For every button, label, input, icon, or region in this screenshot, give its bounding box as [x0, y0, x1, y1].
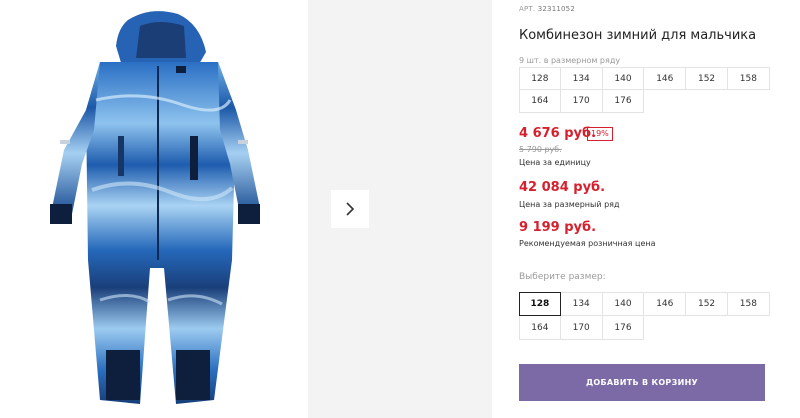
- article-code: АРТ. 32311052: [519, 5, 575, 13]
- pack-size-cell: 140: [602, 67, 645, 90]
- size-option-selected[interactable]: 128: [519, 292, 561, 316]
- snowsuit-image: [50, 11, 260, 404]
- discount-badge: 19%: [587, 127, 613, 141]
- old-price: 5 790 руб.: [519, 145, 562, 154]
- pack-size-cell: 146: [644, 67, 687, 90]
- chevron-right-icon: [346, 202, 355, 216]
- size-option[interactable]: 158: [727, 292, 770, 316]
- product-info: АРТ. 32311052 Комбинезон зимний для маль…: [519, 0, 779, 418]
- pack-price: 42 084 руб.: [519, 180, 606, 195]
- size-option[interactable]: 152: [686, 292, 728, 316]
- article-number: 32311052: [537, 5, 575, 13]
- pack-size-cell: 176: [602, 90, 645, 113]
- pack-size-grid: 128 134 140 146 152 158 164 170 176: [519, 67, 770, 113]
- unit-price-label: Цена за единицу: [519, 158, 591, 167]
- rrp-price-label: Рекомендуемая розничная цена: [519, 239, 656, 248]
- product-photo[interactable]: [0, 0, 308, 418]
- add-to-cart-button[interactable]: ДОБАВИТЬ В КОРЗИНУ: [519, 364, 765, 401]
- size-selector: 128 134 140 146 152 158 164 170 176: [519, 292, 770, 340]
- product-gallery: [0, 0, 492, 418]
- article-prefix: АРТ.: [519, 5, 536, 13]
- pack-price-label: Цена за размерный ряд: [519, 200, 620, 209]
- size-option[interactable]: 176: [602, 316, 645, 340]
- gallery-next-button[interactable]: [331, 190, 369, 228]
- rrp-price: 9 199 руб.: [519, 220, 597, 235]
- pack-size-cell: 152: [686, 67, 728, 90]
- size-option[interactable]: 170: [560, 316, 603, 340]
- pack-note: 9 шт. в размерном ряду: [519, 56, 621, 65]
- size-option[interactable]: 164: [519, 316, 561, 340]
- pack-size-cell: 158: [727, 67, 770, 90]
- size-option[interactable]: 146: [644, 292, 687, 316]
- size-selector-label: Выберите размер:: [519, 272, 606, 282]
- pack-size-cell: 134: [560, 67, 603, 90]
- product-title: Комбинезон зимний для мальчика: [519, 28, 757, 43]
- pack-size-cell: 164: [519, 90, 561, 113]
- pack-size-cell: 170: [560, 90, 603, 113]
- size-option[interactable]: 140: [602, 292, 645, 316]
- unit-price: 4 676 руб.: [519, 126, 597, 141]
- pack-size-cell: 128: [519, 67, 561, 90]
- size-option[interactable]: 134: [560, 292, 603, 316]
